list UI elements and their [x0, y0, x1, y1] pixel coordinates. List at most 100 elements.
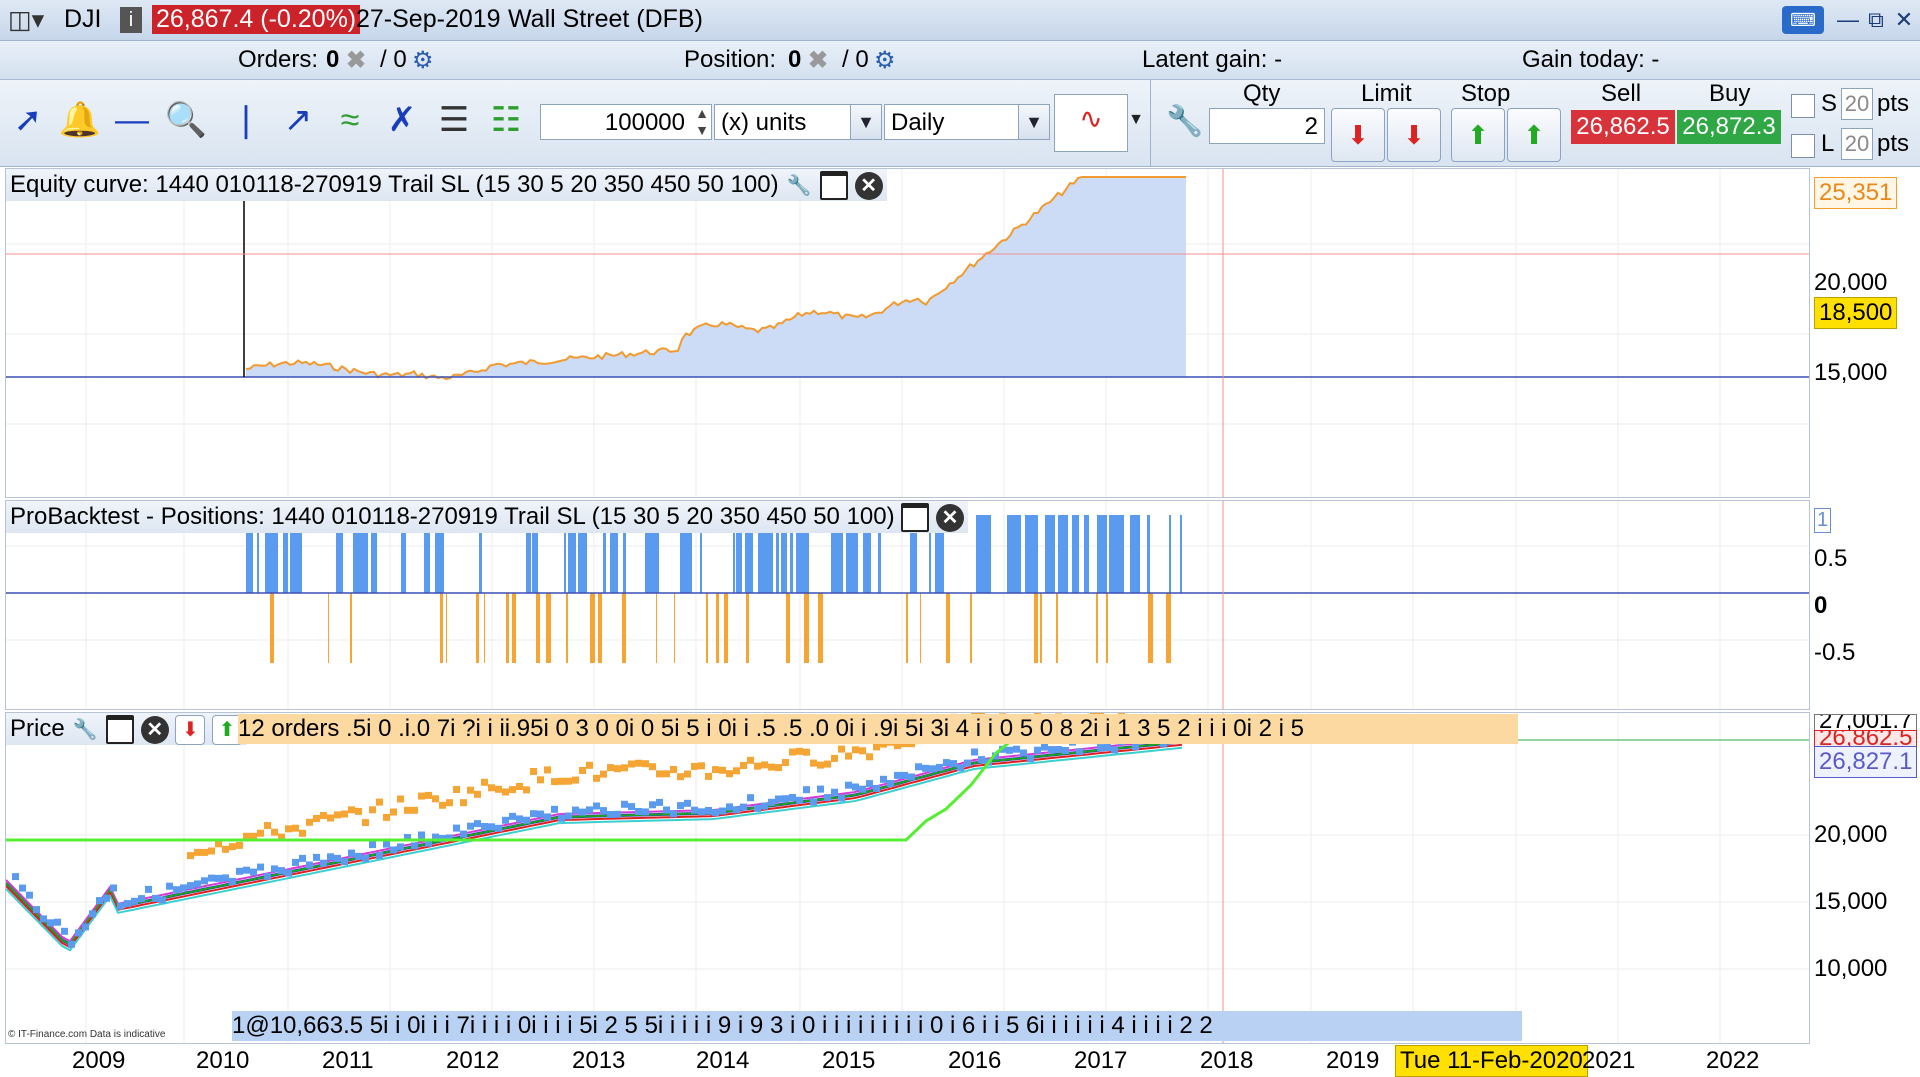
fibonacci-channel-icon[interactable]: ☷: [482, 96, 530, 144]
sell-order-marker: [705, 772, 712, 780]
maximize-window-icon[interactable]: [819, 171, 848, 201]
short-position-bar: [598, 593, 602, 663]
buy-order-marker: [201, 877, 208, 885]
indicators-dropdown-icon[interactable]: ▼: [1126, 96, 1146, 144]
ray-icon[interactable]: ↗: [274, 96, 322, 144]
sell-arrow-icon[interactable]: ⬇: [175, 714, 206, 745]
buy-order-marker: [530, 810, 537, 818]
units-type-select[interactable]: (x) units ▼: [714, 104, 882, 140]
position-settings-icon[interactable]: ⚙: [874, 46, 896, 75]
buy-order-marker: [544, 813, 551, 821]
sell-price-button[interactable]: 26,862.5: [1571, 110, 1675, 144]
sell-order-marker: [264, 822, 271, 829]
buy-order-marker: [901, 771, 908, 779]
orders-settings-icon[interactable]: ⚙: [412, 46, 434, 75]
buy-order-marker: [299, 854, 306, 862]
buy-order-marker: [166, 882, 173, 890]
vertical-line-icon[interactable]: ❘: [222, 96, 270, 144]
buy-order-marker: [467, 822, 474, 830]
sell-order-marker: [684, 770, 691, 778]
buy-stop-button[interactable]: ⬆: [1451, 108, 1505, 162]
sell-order-marker: [320, 812, 327, 819]
units-input[interactable]: 100000 ▲ ▼: [540, 104, 712, 140]
period-select[interactable]: Daily ▼: [884, 104, 1050, 140]
l-pts-input[interactable]: 20: [1841, 128, 1873, 160]
fibonacci-icon[interactable]: ☰: [430, 96, 478, 144]
long-position-bar: [1025, 515, 1038, 593]
buy-order-marker: [474, 820, 481, 828]
buy-order-marker: [264, 872, 271, 880]
qty-input[interactable]: 2: [1209, 108, 1325, 144]
wrench-icon[interactable]: 🔧: [71, 716, 99, 744]
maximize-window-icon[interactable]: [106, 715, 135, 745]
buy-order-marker: [124, 900, 131, 908]
window-menu-icon[interactable]: ◫▾: [8, 5, 44, 35]
stop-checkbox[interactable]: [1791, 94, 1815, 118]
zoom-icon[interactable]: 🔍: [162, 96, 210, 144]
buy-stop-edit-button[interactable]: ⬆: [1507, 108, 1561, 162]
sell-order-marker: [649, 763, 656, 771]
buy-price-button[interactable]: 26,872.3: [1677, 110, 1781, 144]
sell-order-marker: [397, 795, 404, 803]
equity-tick-15000: 15,000: [1814, 359, 1888, 386]
symbol-label[interactable]: DJI: [64, 5, 102, 34]
buy-order-marker: [327, 853, 334, 861]
close-panel-icon[interactable]: ✕: [854, 171, 883, 200]
buy-order-marker: [208, 874, 215, 882]
buy-order-marker: [880, 775, 887, 783]
indicators-icon[interactable]: ∿: [1054, 94, 1128, 152]
chevron-down-icon[interactable]: ▼: [850, 105, 881, 139]
buy-order-marker: [173, 886, 180, 894]
chevron-down-icon[interactable]: ▼: [1018, 105, 1049, 139]
close-panel-icon[interactable]: ✕: [140, 715, 169, 744]
channel-icon[interactable]: ≈: [326, 96, 374, 144]
buy-order-marker: [866, 780, 873, 788]
keyboard-icon[interactable]: ⌨: [1782, 6, 1824, 34]
sell-order-marker: [719, 766, 726, 774]
limit-checkbox[interactable]: [1791, 134, 1815, 158]
buy-order-marker: [754, 804, 761, 812]
buy-order-marker: [824, 794, 831, 802]
wrench-icon[interactable]: 🔧: [1161, 98, 1209, 146]
positions-panel[interactable]: ProBacktest - Positions: 1440 010118-270…: [5, 500, 1810, 710]
buy-order-marker: [516, 815, 523, 823]
buy-order-marker: [957, 764, 964, 772]
buy-order-marker: [453, 824, 460, 832]
buy-order-marker: [33, 906, 40, 914]
trendline-icon[interactable]: ➚: [4, 96, 52, 144]
alert-bell-icon[interactable]: 🔔: [56, 96, 104, 144]
buy-order-marker: [628, 803, 635, 811]
sell-limit-edit-button[interactable]: ⬇: [1387, 108, 1441, 162]
cancel-orders-icon[interactable]: ✖: [346, 46, 366, 75]
price-panel[interactable]: Price 🔧 ✕ ⬇ ⬆ 12 orders .5і 0 .і.0 7і ?і…: [5, 712, 1810, 1044]
maximize-window-icon[interactable]: [901, 503, 930, 533]
orders-annotation-bottom-strip[interactable]: 1@10,663.5 5і і 0і і і 7і і і і 0і і і і…: [232, 1011, 1522, 1041]
units-spinner-icon[interactable]: ▲ ▼: [695, 105, 709, 139]
wrench-icon[interactable]: 🔧: [785, 172, 813, 200]
sell-order-marker: [558, 777, 565, 785]
fan-icon[interactable]: ✗: [378, 96, 426, 144]
horizontal-line-icon[interactable]: —: [108, 96, 156, 144]
buy-order-marker: [54, 918, 61, 926]
close-icon[interactable]: ✕: [1886, 6, 1920, 34]
positions-panel-title: ProBacktest - Positions: 1440 010118-270…: [10, 503, 895, 530]
buy-order-marker: [838, 794, 845, 802]
sell-limit-button[interactable]: ⬇: [1331, 108, 1385, 162]
sell-order-marker: [306, 818, 313, 826]
info-icon[interactable]: i: [120, 7, 142, 33]
qty-value: 2: [1304, 113, 1318, 140]
price-change-badge: 26,867.4 (-0.20%): [152, 5, 361, 34]
buy-label: Buy: [1709, 80, 1751, 107]
buy-order-marker: [551, 805, 558, 813]
buy-order-marker: [89, 910, 96, 918]
close-position-icon[interactable]: ✖: [808, 46, 828, 75]
sell-order-marker: [866, 753, 873, 761]
s-pts-input[interactable]: 20: [1841, 88, 1873, 120]
sell-order-marker: [299, 829, 306, 837]
orders-annotation-strip[interactable]: 12 orders .5і 0 .і.0 7і ?і і іі.95і 0 3 …: [238, 714, 1518, 744]
equity-curve-panel[interactable]: Equity curve: 1440 010118-270919 Trail S…: [5, 168, 1810, 498]
close-panel-icon[interactable]: ✕: [935, 503, 964, 532]
short-position-bar: [1056, 593, 1058, 663]
year-2018: 2018: [1200, 1047, 1254, 1074]
sell-order-marker: [754, 762, 761, 770]
